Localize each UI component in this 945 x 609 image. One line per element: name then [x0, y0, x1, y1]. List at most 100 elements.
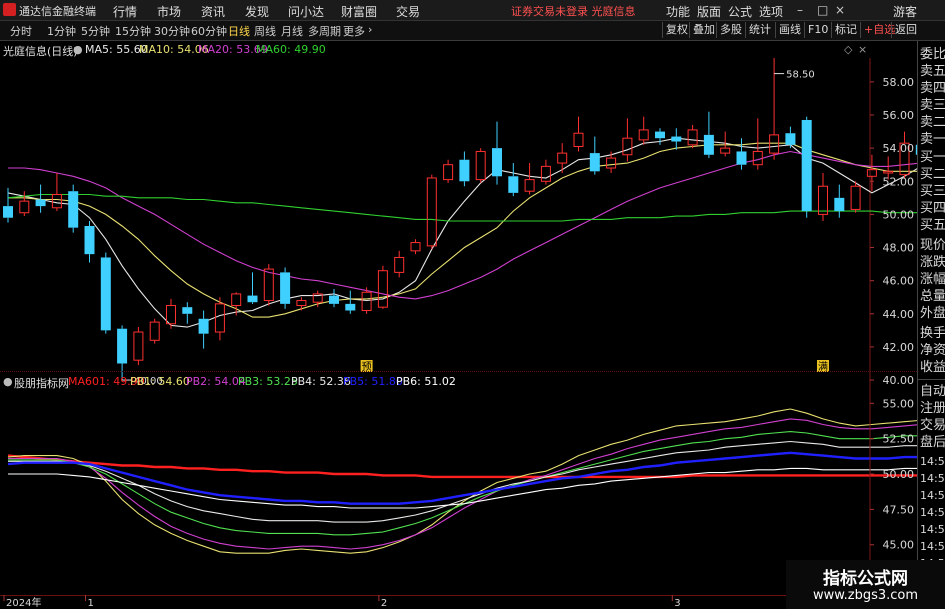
sidebar-label-eps: 收益 [920, 360, 945, 375]
candle [68, 184, 79, 233]
sidebar-label-sell3: 卖三 [920, 98, 945, 113]
pb4-value: PB4: 52.36 [291, 375, 351, 388]
period-toolbar: 分时 1分钟 5分钟 15分钟 30分钟 60分钟 日线 周线 月线 多周期 更… [0, 21, 945, 41]
f10-button[interactable]: F10 [804, 22, 831, 38]
trade-time: 14:56 [920, 523, 945, 536]
candlestick-chart[interactable]: 58.5040.00预满 40.0042.0044.0046.0048.0050… [0, 58, 917, 396]
fuquan-button[interactable]: 复权 [662, 22, 691, 38]
candle [703, 111, 714, 159]
sidebar-label-sell5: 卖五 [920, 64, 945, 79]
pb3-value: PB3: 53.25 [238, 375, 298, 388]
diejia-button[interactable]: 叠加 [689, 22, 718, 38]
login-notice[interactable]: 证券交易未登录 光庭信息 [511, 3, 636, 19]
candle [19, 191, 30, 217]
sidebar-label-change: 涨跌 [920, 255, 945, 270]
menu-item-shichang[interactable]: 市场 [157, 3, 181, 20]
candle [492, 121, 502, 185]
sidebar-trade[interactable]: 交易 [920, 418, 945, 434]
menu-item-gongshi[interactable]: 公式 [728, 3, 752, 20]
y-tick-label: 52.00 [883, 175, 915, 188]
candle [329, 288, 339, 308]
pb2-value: PB2: 54.04 [186, 375, 246, 388]
tongji-button[interactable]: 统计 [745, 22, 774, 38]
tab-daily[interactable]: 日线 [228, 23, 250, 39]
tab-weekly[interactable]: 周线 [254, 23, 276, 39]
sidebar-label-sell1: 卖一 [920, 132, 945, 147]
trade-time: 14:56 [920, 489, 945, 502]
watermark: 指标公式网 www.zbgs3.com [786, 560, 945, 609]
back-button[interactable]: 返回 [891, 22, 920, 38]
y-tick-label: 44.00 [883, 308, 915, 321]
candle [573, 116, 584, 152]
sidebar-label-turnover: 换手 [920, 326, 945, 341]
huaxian-button[interactable]: 画线 [775, 22, 804, 38]
candle [247, 272, 258, 304]
close-icon[interactable]: × [835, 3, 845, 17]
menu-item-zixun[interactable]: 资讯 [201, 3, 225, 20]
tab-15min[interactable]: 15分钟 [115, 23, 151, 39]
indicator-toggle-icon[interactable]: ● [3, 375, 13, 388]
sidebar-auto[interactable]: 自动 [920, 384, 945, 400]
app-logo-icon [3, 3, 16, 16]
menu-item-xuanxiang[interactable]: 选项 [759, 3, 783, 20]
app-title: 通达信金融终端 [19, 5, 96, 18]
candle [606, 151, 617, 173]
menu-item-faxian[interactable]: 发现 [245, 3, 269, 20]
sidebar-label-sell2: 卖二 [920, 115, 945, 130]
date-tick-label: 1 [88, 598, 94, 609]
tab-30min[interactable]: 30分钟 [154, 23, 190, 39]
watermark-url: www.zbgs3.com [812, 588, 919, 603]
tab-multi-period[interactable]: 多周期 [308, 23, 341, 39]
sidebar-label-buy5: 买五 [920, 218, 945, 233]
tab-more[interactable]: 更多 [343, 23, 365, 39]
tab-60min[interactable]: 60分钟 [191, 23, 227, 39]
date-tick-label: 2 [381, 598, 387, 609]
minimize-icon[interactable]: – [797, 3, 803, 17]
diamond-icon[interactable]: ◇ [844, 43, 852, 56]
candle [475, 148, 486, 183]
y-tick-label: 48.00 [883, 242, 915, 255]
candle [459, 151, 470, 187]
biaoji-button[interactable]: 标记 [831, 22, 860, 38]
tab-monthly[interactable]: 月线 [281, 23, 303, 39]
y-tick-label: 46.00 [883, 275, 915, 288]
candle [540, 159, 551, 185]
candle [443, 159, 454, 183]
menu-bar: 通达信金融终端 行情 市场 资讯 发现 问小达 财富圈 交易 证券交易未登录 光… [0, 0, 945, 21]
pb5-value: PB5: 51.80 [343, 375, 403, 388]
sidebar-label-buy2: 买二 [920, 167, 945, 182]
candle [736, 138, 747, 170]
candle [84, 221, 95, 263]
chevron-right-icon[interactable]: › [368, 23, 372, 36]
candle [426, 174, 437, 250]
tab-1min[interactable]: 1分钟 [47, 23, 76, 39]
date-tick-label: 2024年 [6, 596, 41, 609]
close-chart-icon[interactable]: × [858, 43, 867, 56]
duogu-button[interactable]: 多股 [716, 22, 745, 38]
sidebar-register[interactable]: 注册 [920, 401, 945, 417]
candle [394, 250, 405, 278]
menu-item-hangqing[interactable]: 行情 [113, 3, 137, 20]
candle [671, 128, 682, 150]
restore-icon[interactable]: □ [817, 3, 828, 17]
menu-item-wenxiaoda[interactable]: 问小达 [288, 3, 324, 20]
candle [345, 290, 356, 314]
indicator-toggle-icon[interactable]: ● [73, 43, 83, 56]
sidebar-label-pct: 涨幅 [920, 272, 945, 287]
menu-item-gongneng[interactable]: 功能 [666, 3, 690, 20]
menu-item-caifuquan[interactable]: 财富圈 [341, 3, 377, 20]
tab-fenshi[interactable]: 分时 [10, 23, 32, 39]
candle [801, 116, 812, 218]
y-tick-label: 55.00 [883, 397, 915, 410]
candle [133, 327, 144, 366]
menu-item-jiaoyi[interactable]: 交易 [396, 3, 420, 20]
user-guest[interactable]: 游客 [893, 3, 917, 20]
y-tick-label: 45.00 [883, 539, 915, 552]
indicator-chart[interactable]: 42.5045.0047.5050.0052.5055.00 [0, 390, 917, 595]
y-tick-label: 40.00 [883, 374, 915, 387]
menu-item-banmian[interactable]: 版面 [697, 3, 721, 20]
sidebar-afterhours[interactable]: 盘后 [920, 435, 945, 451]
trade-time: 14:56 [920, 540, 945, 553]
tab-5min[interactable]: 5分钟 [81, 23, 110, 39]
price-annotation: 58.50 [786, 70, 815, 81]
